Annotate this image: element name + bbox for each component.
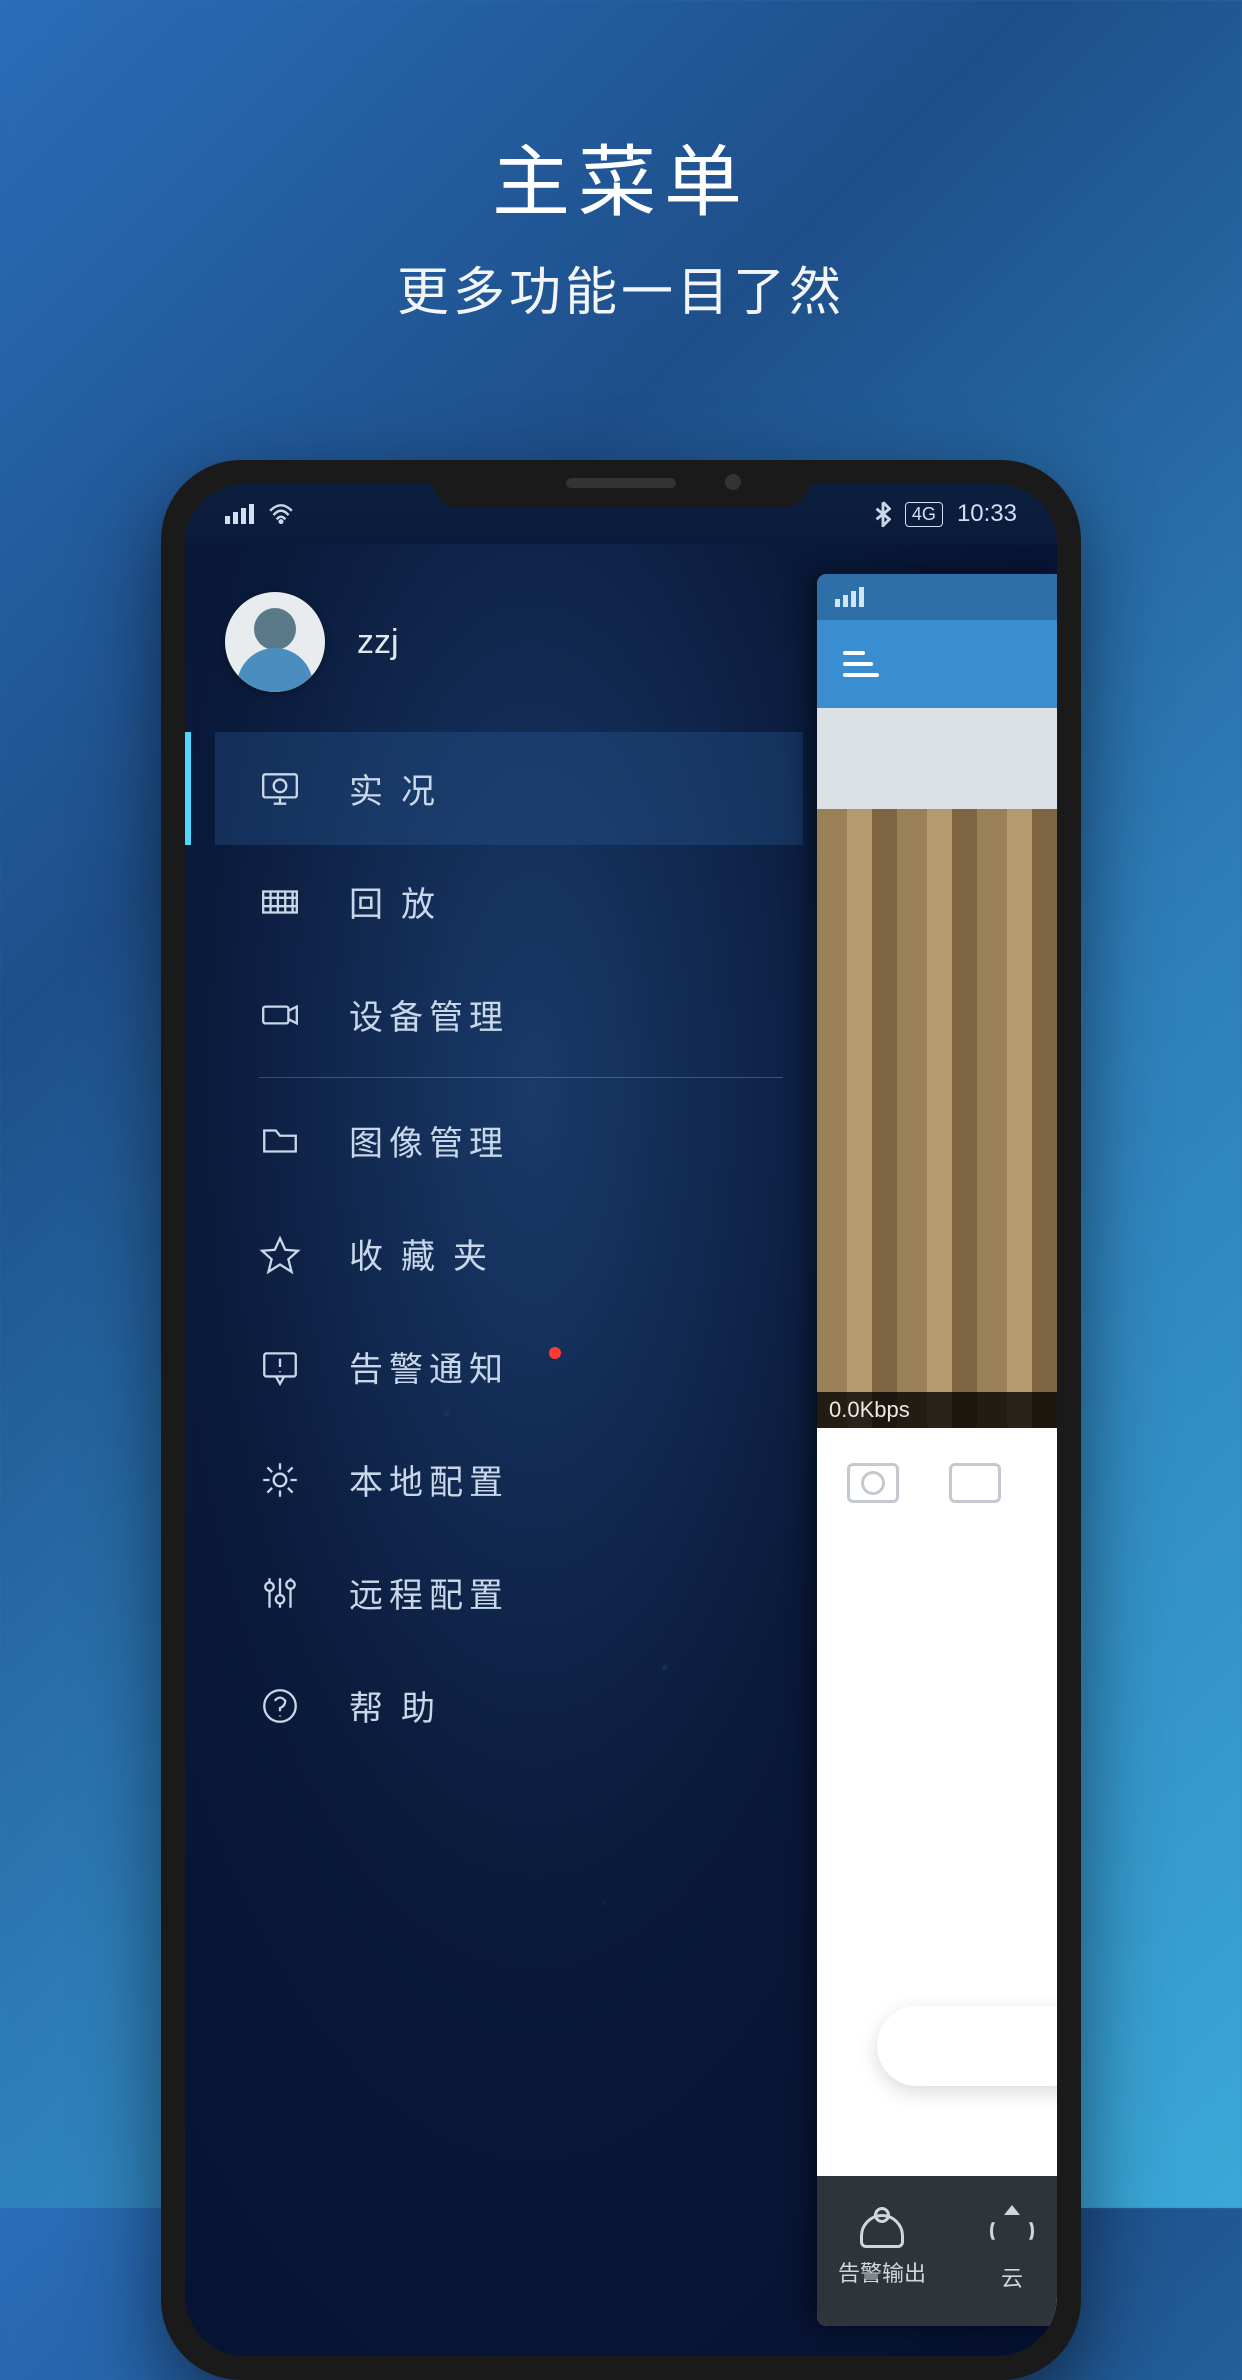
menu-label: 远程配置 bbox=[349, 1568, 509, 1617]
peek-bottom-bar: 告警输出 云 bbox=[817, 2176, 1057, 2326]
bitrate-label: 0.0Kbps bbox=[817, 1392, 1057, 1428]
peek-blank-area bbox=[817, 1538, 1057, 2176]
side-drawer: zzj 实况 回放 bbox=[185, 544, 803, 2356]
film-icon bbox=[259, 881, 301, 923]
phone-frame: 4G 10:33 zzj 实况 bbox=[161, 460, 1081, 2380]
menu-item-alarm-notification[interactable]: 告警通知 bbox=[215, 1310, 803, 1423]
promo-subtitle: 更多功能一目了然 bbox=[0, 250, 1242, 325]
folder-icon bbox=[259, 1120, 301, 1162]
peek-app-bar bbox=[817, 620, 1057, 708]
floating-pill[interactable] bbox=[877, 2006, 1057, 2086]
menu-label: 帮助 bbox=[349, 1681, 453, 1730]
menu-item-favorites[interactable]: 收藏夹 bbox=[215, 1197, 803, 1310]
content-peek-panel[interactable]: 0.0Kbps 告警输出 云 bbox=[817, 574, 1057, 2326]
help-icon bbox=[259, 1685, 301, 1727]
username-label: zzj bbox=[357, 623, 399, 662]
menu-label: 告警通知 bbox=[349, 1342, 509, 1391]
menu-item-image-management[interactable]: 图像管理 bbox=[215, 1084, 803, 1197]
menu-label: 本地配置 bbox=[349, 1455, 509, 1504]
bluetooth-icon bbox=[875, 501, 891, 527]
signal-icon bbox=[835, 587, 864, 607]
wifi-icon bbox=[268, 504, 294, 524]
bottom-label: 告警输出 bbox=[838, 2256, 926, 2288]
main-menu: 实况 回放 设备管理 bbox=[215, 732, 803, 1762]
menu-item-local-config[interactable]: 本地配置 bbox=[215, 1423, 803, 1536]
alert-bubble-icon bbox=[259, 1346, 301, 1388]
bottom-label: 云 bbox=[1001, 2261, 1023, 2293]
peek-status-bar bbox=[817, 574, 1057, 620]
phone-screen: 4G 10:33 zzj 实况 bbox=[185, 484, 1057, 2356]
record-icon[interactable] bbox=[949, 1463, 1001, 1503]
menu-item-device-management[interactable]: 设备管理 bbox=[215, 958, 803, 1071]
sliders-icon bbox=[259, 1572, 301, 1614]
live-video-tile[interactable]: 0.0Kbps bbox=[817, 708, 1057, 1428]
ptz-icon bbox=[990, 2209, 1034, 2253]
menu-item-help[interactable]: 帮助 bbox=[215, 1649, 803, 1762]
monitor-icon bbox=[259, 768, 301, 810]
promo-heading: 主菜单 更多功能一目了然 bbox=[0, 0, 1242, 325]
menu-item-live[interactable]: 实况 bbox=[215, 732, 803, 845]
bottom-item-ptz[interactable]: 云 bbox=[947, 2176, 1057, 2326]
camera-device-icon bbox=[259, 994, 301, 1036]
alarm-light-icon bbox=[860, 2214, 904, 2248]
notification-dot bbox=[549, 1347, 561, 1359]
promo-title: 主菜单 bbox=[0, 120, 1242, 232]
menu-item-remote-config[interactable]: 远程配置 bbox=[215, 1536, 803, 1649]
network-indicator: 4G bbox=[905, 502, 943, 527]
menu-item-playback[interactable]: 回放 bbox=[215, 845, 803, 958]
signal-icon bbox=[225, 504, 254, 524]
avatar bbox=[225, 592, 325, 692]
menu-label: 设备管理 bbox=[349, 990, 509, 1039]
status-time: 10:33 bbox=[957, 500, 1017, 528]
gear-icon bbox=[259, 1459, 301, 1501]
bottom-item-alarm-output[interactable]: 告警输出 bbox=[817, 2176, 947, 2326]
menu-label: 收藏夹 bbox=[349, 1229, 505, 1278]
star-icon bbox=[259, 1233, 301, 1275]
profile-row[interactable]: zzj bbox=[215, 574, 803, 732]
menu-label: 回放 bbox=[349, 877, 453, 926]
menu-divider bbox=[259, 1077, 783, 1078]
menu-label: 图像管理 bbox=[349, 1116, 509, 1165]
phone-notch bbox=[431, 460, 811, 508]
menu-label: 实况 bbox=[349, 764, 453, 813]
hamburger-icon[interactable] bbox=[843, 651, 879, 677]
peek-toolbar bbox=[817, 1428, 1057, 1538]
snapshot-icon[interactable] bbox=[847, 1463, 899, 1503]
